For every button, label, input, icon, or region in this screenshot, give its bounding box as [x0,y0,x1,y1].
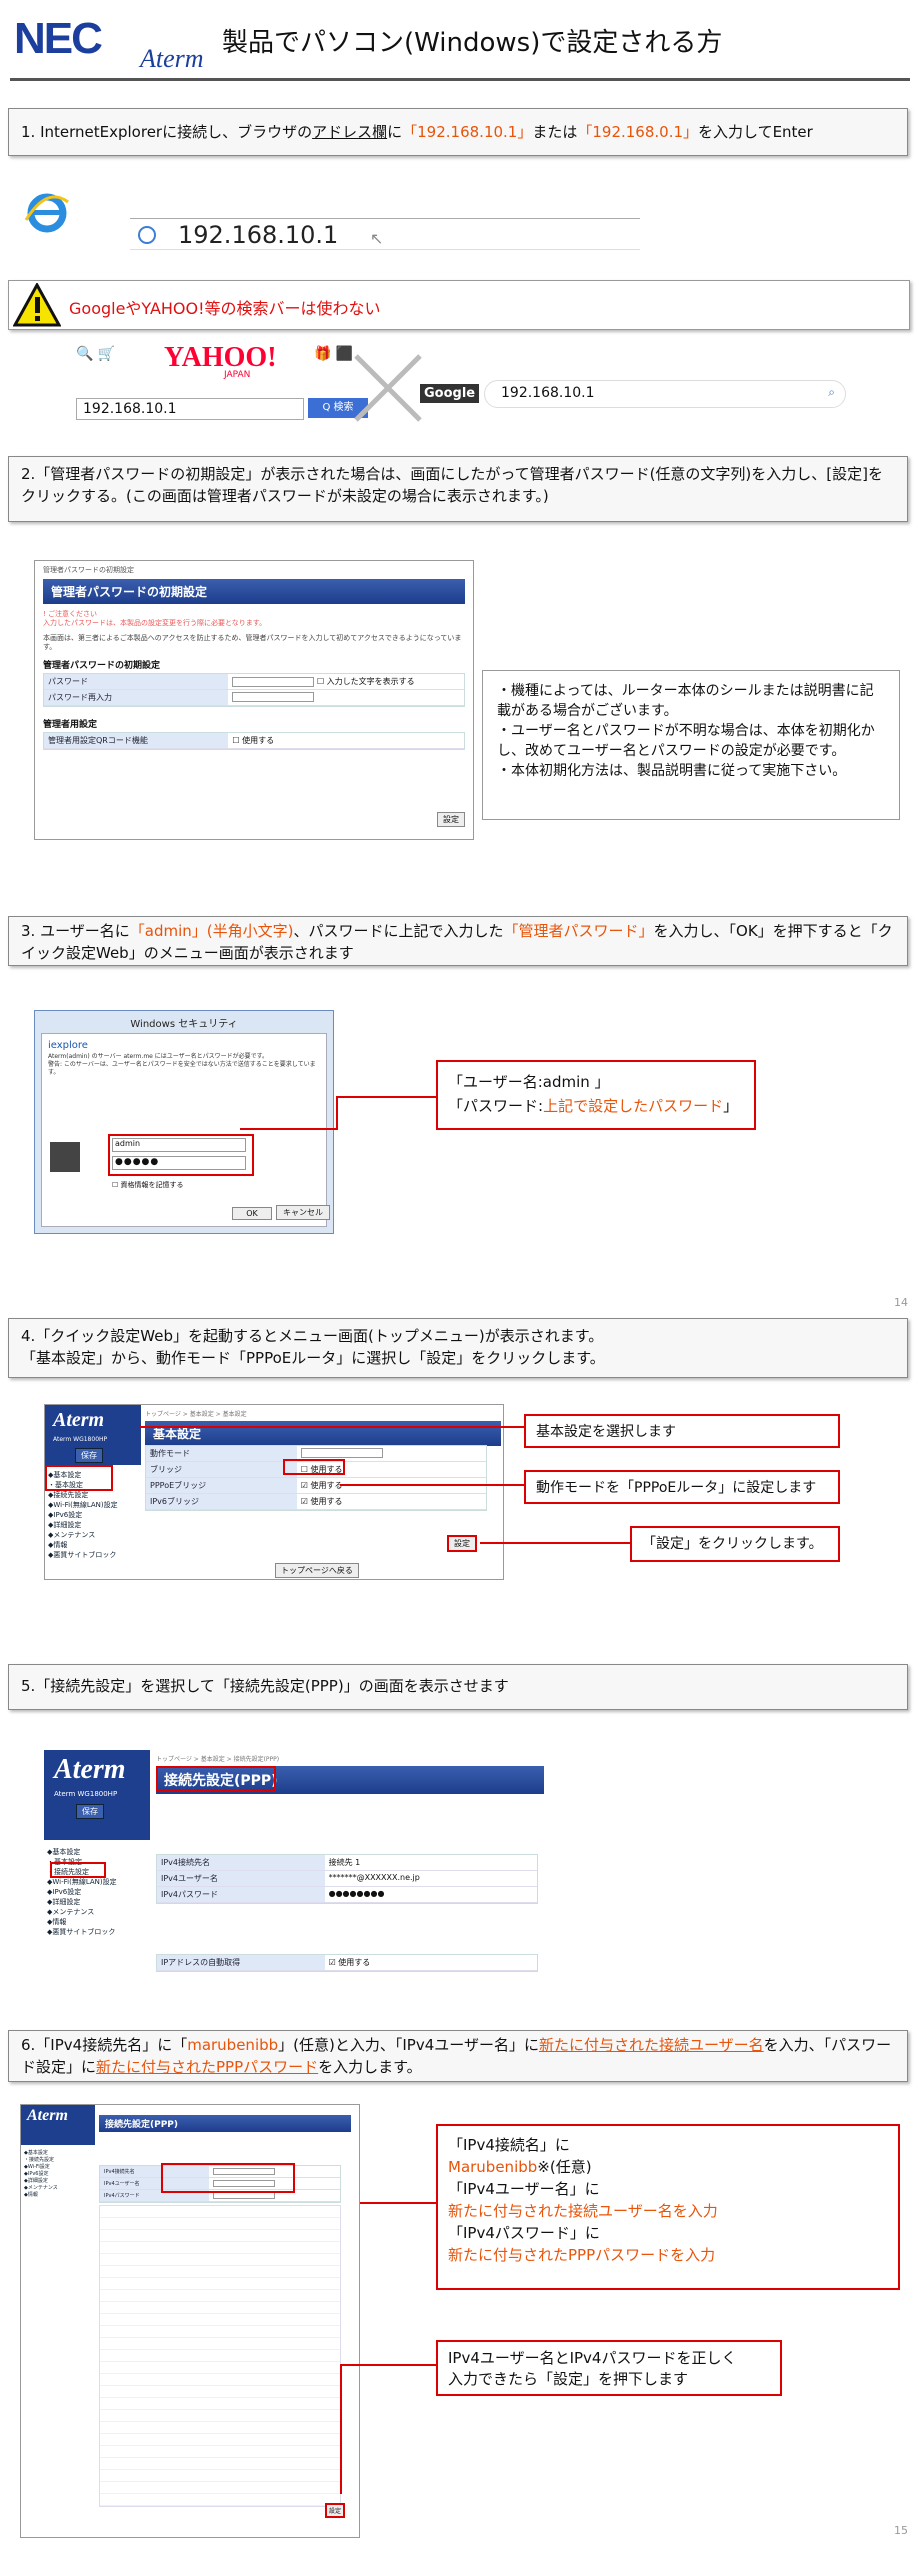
header-divider [10,78,910,81]
step3-callout: 「ユーザー名:admin 」 「パスワード:上記で設定したパスワード」 [436,1060,756,1130]
aterm-connection-settings-screen: Aterm Aterm WG1800HP 保存 ◆基本設定 ・基本設定 ・接続先設定… [44,1750,544,1984]
callout-connector-h2 [336,1096,436,1098]
gift-icon: 🎁 ⬛ [314,346,354,362]
connector-4a [140,1426,524,1428]
step4-callout-3: 「設定」をクリックします。 [630,1526,840,1562]
admin-password-dialog: 管理者パスワードの初期設定 管理者パスワードの初期設定 ! ご注意ください 入力し… [34,560,474,840]
aterm-basic-settings-screen: Aterm Aterm WG1800HP 保存 ◆基本設定 ・基本設定 ◆接続先設定… [44,1404,504,1580]
warning-text: GoogleやYAHOO!等の検索バーは使わない [69,299,381,318]
step2-note: ・機種によっては、ルーター本体のシールまたは説明書に記載がある場合がございます。… [482,670,900,820]
step4-callout-1: 基本設定を選択します [524,1414,840,1448]
step6-instruction: 6.「IPv4接続先名」に「marubenibb」(任意)と入力、「IPv4ユー… [8,2030,908,2082]
save-button[interactable]: 保存 [75,1448,103,1463]
address-bar-url: 192.168.10.1 [178,221,339,249]
password-field[interactable] [232,676,315,687]
ok-button[interactable]: OK [232,1207,272,1220]
cross-mark-icon [354,354,422,422]
connector-4b [340,1484,524,1486]
windows-security-dialog: Windows セキュリティ iexplore Aterm(admin) のサー… [34,1010,334,1234]
credentials-highlight [108,1134,254,1176]
step2-instruction: 2.「管理者パスワードの初期設定」が表示された場合は、画面にしたがって管理者パス… [8,456,908,522]
nec-logo: NEC [14,14,103,63]
connector-6b-h [340,2364,436,2366]
set-button[interactable]: 設定 [437,812,465,827]
step1-instruction: 1. InternetExplorerに接続し、ブラウザのアドレス欄に「192.… [8,108,908,156]
password-confirm-field[interactable] [232,692,315,702]
step5-instruction: 5.「接続先設定」を選択して「接続先設定(PPP)」の画面を表示させます [8,1664,908,1710]
page-icon [138,226,156,244]
connector-6a [360,2202,438,2204]
step3-instruction: 3. ユーザー名に「admin」(半角小文字)、パスワードに上記で入力した「管理… [8,916,908,966]
warning-icon [13,283,61,327]
dialog-titlebar: Windows セキュリティ [130,1019,238,1030]
cursor-icon: ↖ [370,229,384,248]
mode-highlight [283,1459,345,1475]
google-search-input[interactable]: 192.168.10.1 ⌕ [484,380,846,408]
yahoo-logo-sub: JAPAN [224,370,251,380]
step4-callout-2: 動作モードを「PPPoEルータ」に設定します [524,1470,840,1504]
yahoo-search-mock: 🔍 🛒 YAHOO! JAPAN 🎁 ⬛ 192.168.10.1 Q 検索 [76,342,376,422]
remember-checkbox[interactable]: ☐ 資格情報を記憶する [112,1180,184,1190]
page-title: 製品でパソコン(Windows)で設定される方 [222,28,723,58]
menu-highlight [45,1465,113,1491]
callout-connector [240,1128,336,1130]
yahoo-search-input[interactable]: 192.168.10.1 [76,398,304,420]
aterm-logo: Aterm [140,44,204,73]
input-highlight [161,2163,295,2193]
page-number-14: 14 [894,1296,908,1309]
yahoo-logo: YAHOO! [164,342,277,373]
top-page-button[interactable]: トップページへ戻る [275,1563,359,1578]
yahoo-nav-icons: 🔍 🛒 [76,346,116,362]
connector-4c [480,1542,630,1544]
page-number-15: 15 [894,2524,908,2537]
set-button[interactable]: 設定 [325,2503,346,2518]
step4-instruction: 4.「クイック設定Web」を起動するとメニュー画面(トップメニュー)が表示されま… [8,1318,908,1378]
address-bar[interactable]: 192.168.10.1 ↖ [130,218,640,250]
warning-banner: GoogleやYAHOO!等の検索バーは使わない [8,280,910,330]
avatar-icon [50,1142,80,1172]
aterm-ppp-input-screen: Aterm ◆基本設定 ・接続先設定 ◆Wi-Fi設定 ◆IPv6設定 ◆詳細設定 ◆メン… [20,2104,360,2538]
ie-icon [24,190,70,236]
menu-highlight [50,1862,106,1878]
connector-6b-v [340,2364,342,2494]
google-logo: Google [420,384,480,403]
save-button[interactable]: 保存 [76,1804,104,1819]
callout-connector-v [336,1096,338,1130]
step6-callout-1: 「IPv4接続名」に Marubenibb※(任意) 「IPv4ユーザー名」に … [436,2124,900,2290]
cancel-button[interactable]: キャンセル [276,1205,330,1220]
dialog-title: 管理者パスワードの初期設定 [43,579,465,604]
set-button[interactable]: 設定 [447,1535,477,1552]
use-checkbox[interactable]: ☐ 使用する [232,736,274,745]
step6-callout-2: IPv4ユーザー名とIPv4パスワードを正しく 入力できたら「設定」を押下します [436,2340,782,2396]
search-icon: ⌕ [828,385,835,399]
mode-select[interactable] [300,1448,383,1458]
show-chars-checkbox[interactable]: ☐ 入力した文字を表示する [317,677,415,686]
title-highlight [156,1766,276,1792]
